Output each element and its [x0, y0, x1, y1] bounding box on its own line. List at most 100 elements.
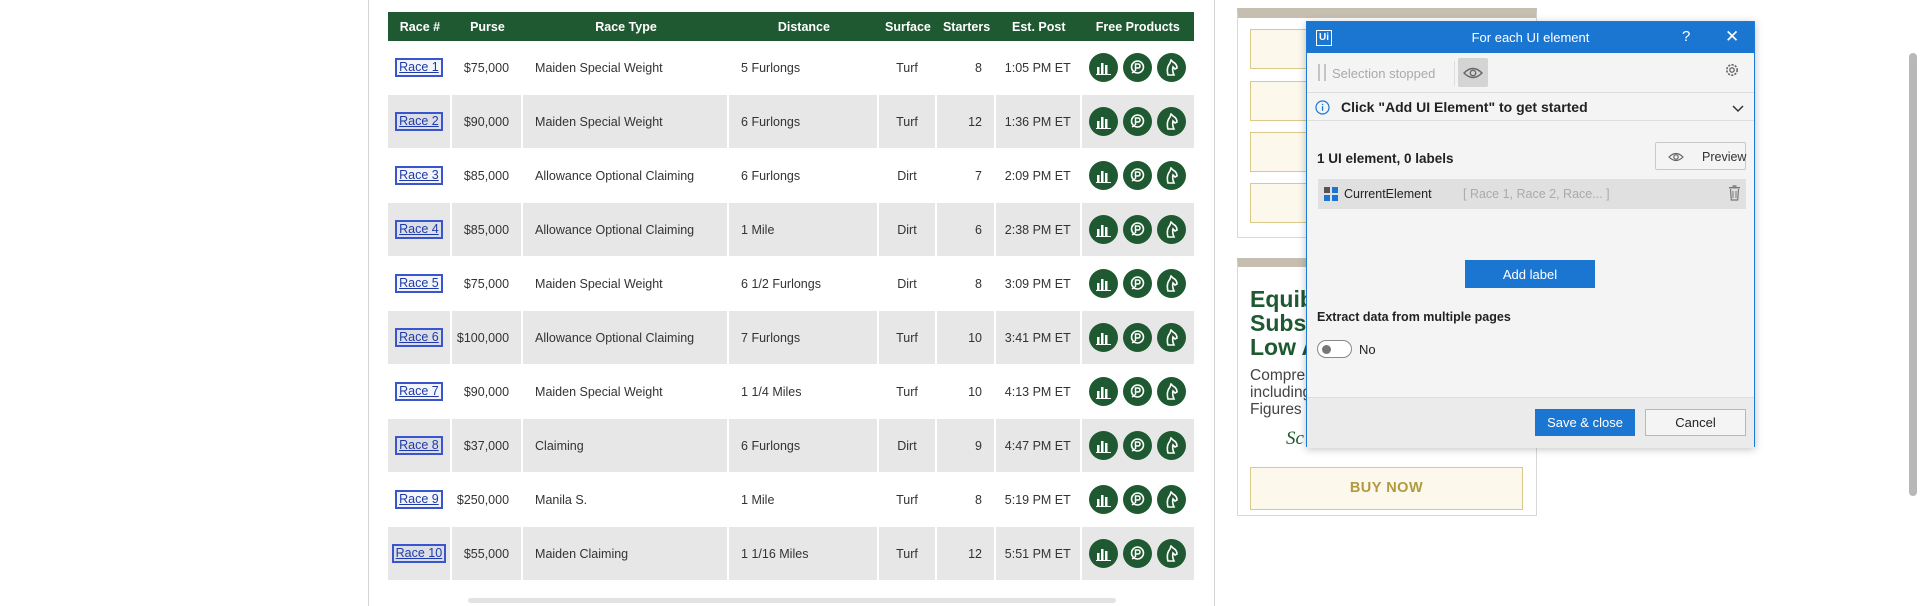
- bar-chart-icon[interactable]: [1089, 107, 1119, 136]
- free-products-cell: [1081, 41, 1194, 95]
- race-cell: Race 3: [388, 149, 452, 203]
- race-link[interactable]: Race 10: [391, 544, 447, 563]
- race-link[interactable]: Race 3: [395, 166, 443, 185]
- preview-button[interactable]: Preview: [1655, 142, 1746, 170]
- ui-element-icon: [1324, 187, 1338, 204]
- surface-cell: Dirt: [878, 419, 938, 473]
- race-link[interactable]: Race 2: [395, 112, 443, 131]
- dollar-p-icon[interactable]: [1123, 107, 1153, 136]
- purse-cell: $90,000: [451, 95, 524, 149]
- save-and-close-button[interactable]: Save & close: [1535, 409, 1635, 436]
- dollar-p-icon[interactable]: [1123, 53, 1153, 82]
- race-link[interactable]: Race 6: [395, 328, 443, 347]
- page-vertical-scrollbar[interactable]: [1904, 0, 1920, 606]
- horse-head-icon[interactable]: [1157, 53, 1187, 82]
- eye-icon: [1463, 67, 1483, 78]
- bar-chart-icon[interactable]: [1089, 53, 1119, 82]
- race-cell: Race 9: [388, 473, 452, 527]
- header-purse: Purse: [451, 12, 524, 41]
- race-type-cell: Maiden Claiming: [523, 527, 730, 581]
- race-link[interactable]: Race 7: [395, 382, 443, 401]
- extract-multiple-pages-label: Extract data from multiple pages: [1317, 310, 1511, 324]
- add-label-button[interactable]: Add label: [1465, 260, 1595, 288]
- delete-trash-icon[interactable]: [1728, 185, 1741, 204]
- close-button[interactable]: ✕: [1725, 27, 1739, 47]
- pause-icon[interactable]: [1318, 64, 1326, 81]
- post-time-cell: 1:05 PM ET: [995, 41, 1082, 95]
- purse-cell: $37,000: [451, 419, 524, 473]
- extract-multiple-pages-toggle[interactable]: [1317, 340, 1352, 358]
- race-link[interactable]: Race 4: [395, 220, 443, 239]
- race-rows: Race 1 $75,000 Maiden Special Weight 5 Furl…: [388, 41, 1194, 581]
- dollar-p-icon[interactable]: [1123, 377, 1153, 406]
- help-button[interactable]: ?: [1682, 28, 1690, 45]
- horse-head-icon[interactable]: [1157, 377, 1187, 406]
- dollar-p-icon[interactable]: [1123, 431, 1153, 460]
- bar-chart-icon[interactable]: [1089, 269, 1119, 298]
- post-time-cell: 4:47 PM ET: [995, 419, 1082, 473]
- scrollbar-thumb[interactable]: [1909, 53, 1917, 496]
- race-type-cell: Maiden Special Weight: [523, 257, 730, 311]
- bar-chart-icon[interactable]: [1089, 485, 1119, 514]
- post-time-cell: 2:38 PM ET: [995, 203, 1082, 257]
- dollar-p-icon[interactable]: [1123, 161, 1153, 190]
- dollar-p-icon[interactable]: [1123, 539, 1153, 568]
- bar-chart-icon[interactable]: [1089, 377, 1119, 406]
- post-time-cell: 5:51 PM ET: [995, 527, 1082, 581]
- distance-cell: 1 Mile: [729, 473, 879, 527]
- chevron-down-icon[interactable]: [1732, 101, 1744, 116]
- horse-head-icon[interactable]: [1157, 215, 1187, 244]
- race-cell: Race 2: [388, 95, 452, 149]
- race-cell: Race 4: [388, 203, 452, 257]
- horse-head-icon[interactable]: [1157, 161, 1187, 190]
- race-link[interactable]: Race 8: [395, 436, 443, 455]
- horse-head-icon[interactable]: [1157, 323, 1187, 352]
- horse-head-icon[interactable]: [1157, 485, 1187, 514]
- info-bar[interactable]: Click "Add UI Element" to get started: [1307, 94, 1754, 121]
- table-row: Race 6 $100,000 Allowance Optional Claimin…: [388, 311, 1194, 365]
- header-free-products: Free Products: [1081, 12, 1194, 41]
- table-row: Race 8 $37,000 Claiming 6 Furlongs Dirt 9 4:47…: [388, 419, 1194, 473]
- race-link[interactable]: Race 5: [395, 274, 443, 293]
- buy-now-button[interactable]: BUY NOW: [1250, 467, 1523, 510]
- post-time-cell: 5:19 PM ET: [995, 473, 1082, 527]
- bar-chart-icon[interactable]: [1089, 323, 1119, 352]
- cancel-button[interactable]: Cancel: [1645, 409, 1746, 436]
- bar-chart-icon[interactable]: [1089, 161, 1119, 190]
- surface-cell: Turf: [878, 41, 938, 95]
- table-header-row: Race # Purse Race Type Distance Surface …: [388, 12, 1194, 41]
- race-cell: Race 7: [388, 365, 452, 419]
- free-products-cell: [1081, 257, 1194, 311]
- race-cell: Race 5: [388, 257, 452, 311]
- race-type-cell: Manila S.: [523, 473, 730, 527]
- horse-head-icon[interactable]: [1157, 539, 1187, 568]
- horse-head-icon[interactable]: [1157, 431, 1187, 460]
- race-link[interactable]: Race 9: [395, 490, 443, 509]
- highlight-toggle-button[interactable]: [1458, 58, 1488, 87]
- dollar-p-icon[interactable]: [1123, 269, 1153, 298]
- table-row: Race 7 $90,000 Maiden Special Weight 1 1/4 …: [388, 365, 1194, 419]
- purse-cell: $85,000: [451, 203, 524, 257]
- starters-cell: 12: [937, 527, 996, 581]
- race-type-cell: Maiden Special Weight: [523, 95, 730, 149]
- horizontal-scrollbar[interactable]: [468, 598, 1116, 603]
- horse-head-icon[interactable]: [1157, 269, 1187, 298]
- race-type-cell: Maiden Special Weight: [523, 41, 730, 95]
- header-starters: Starters: [937, 12, 996, 41]
- post-time-cell: 2:09 PM ET: [995, 149, 1082, 203]
- horse-head-icon[interactable]: [1157, 107, 1187, 136]
- ui-element-row[interactable]: CurrentElement [ Race 1, Race 2, Race...…: [1318, 179, 1746, 209]
- toolbar-separator: [1454, 61, 1455, 86]
- free-products-cell: [1081, 149, 1194, 203]
- bar-chart-icon[interactable]: [1089, 431, 1119, 460]
- race-link[interactable]: Race 1: [395, 58, 443, 77]
- bar-chart-icon[interactable]: [1089, 539, 1119, 568]
- dollar-p-icon[interactable]: [1123, 323, 1153, 352]
- post-time-cell: 4:13 PM ET: [995, 365, 1082, 419]
- dollar-p-icon[interactable]: [1123, 215, 1153, 244]
- distance-cell: 1 1/4 Miles: [729, 365, 879, 419]
- bar-chart-icon[interactable]: [1089, 215, 1119, 244]
- dollar-p-icon[interactable]: [1123, 485, 1153, 514]
- settings-gear-icon[interactable]: [1724, 62, 1740, 81]
- page-left-border: [368, 0, 369, 606]
